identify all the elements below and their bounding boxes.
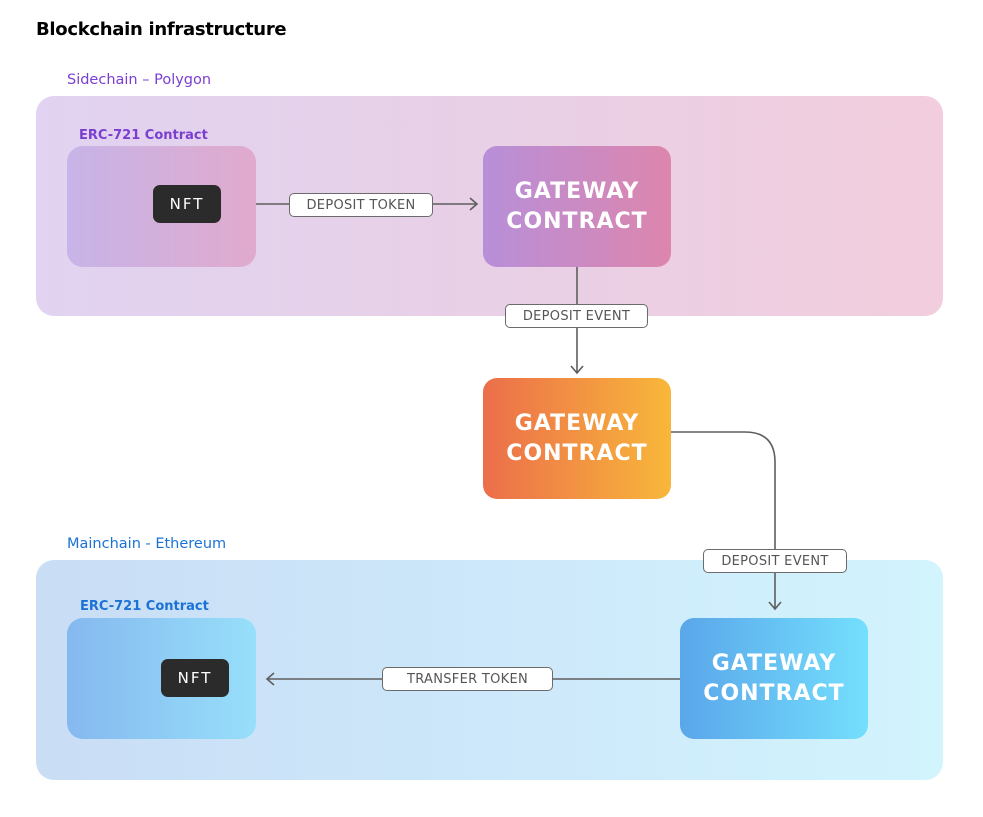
sidechain-contract-label: ERC-721 Contract — [79, 128, 208, 143]
bridge-gateway-contract: GATEWAY CONTRACT — [483, 378, 671, 499]
gateway-line-1: GATEWAY — [711, 650, 837, 676]
gateway-line-2: CONTRACT — [703, 680, 845, 706]
mainchain-contract-label: ERC-721 Contract — [80, 599, 209, 614]
arrowhead-down-icon — [570, 365, 584, 375]
edge-label-deposit-event: DEPOSIT EVENT — [703, 549, 847, 573]
gateway-line-2: CONTRACT — [506, 208, 648, 234]
edge-label-deposit-token: DEPOSIT TOKEN — [289, 193, 433, 217]
gateway-line-1: GATEWAY — [514, 178, 640, 204]
mainchain-nft: NFT — [161, 659, 229, 697]
mainchain-gateway-contract: GATEWAY CONTRACT — [680, 618, 868, 739]
mainchain-label: Mainchain - Ethereum — [67, 536, 227, 552]
gateway-line-2: CONTRACT — [506, 440, 648, 466]
diagram-title: Blockchain infrastructure — [36, 19, 287, 40]
gateway-line-1: GATEWAY — [514, 410, 640, 436]
sidechain-nft: NFT — [153, 185, 221, 223]
edge-label-transfer-token: TRANSFER TOKEN — [382, 667, 553, 691]
sidechain-label: Sidechain – Polygon — [67, 72, 212, 88]
edge-label-deposit-event: DEPOSIT EVENT — [505, 304, 648, 328]
sidechain-gateway-contract: GATEWAY CONTRACT — [483, 146, 671, 267]
